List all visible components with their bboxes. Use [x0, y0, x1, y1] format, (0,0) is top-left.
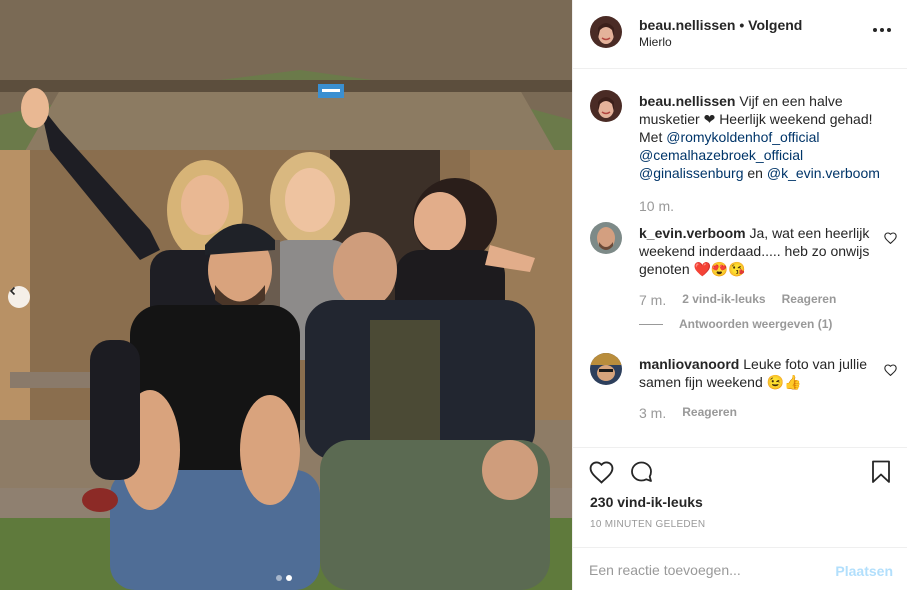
- view-replies-label: Antwoorden weergeven (1): [679, 317, 833, 331]
- more-horizontal-icon: [873, 28, 877, 32]
- reply-button[interactable]: Reageren: [782, 292, 837, 308]
- post-comment-button[interactable]: Plaatsen: [835, 563, 893, 579]
- likes-count[interactable]: 230 vind-ik-leuks: [590, 494, 703, 510]
- post-header: beau.nellissen • Volgend Mierlo: [573, 0, 907, 69]
- comment-icon[interactable]: [629, 460, 654, 484]
- carousel-dot-active: [286, 575, 292, 581]
- mention-link[interactable]: @cemalhazebroek_official: [639, 147, 803, 163]
- more-options-button[interactable]: [873, 28, 891, 32]
- comment-like-heart-icon[interactable]: [884, 364, 897, 376]
- post-location[interactable]: Mierlo: [639, 35, 672, 49]
- caption-text: beau.nellissen Vijf en een halve musketi…: [639, 93, 880, 181]
- caption-avatar[interactable]: [590, 90, 622, 122]
- comment-username[interactable]: manliovanoord: [639, 356, 739, 372]
- comment-meta: 7 m. 2 vind-ik-leuks Reageren: [639, 292, 836, 308]
- commenter-avatar[interactable]: [590, 353, 622, 385]
- comments-list: beau.nellissen Vijf en een halve musketi…: [573, 69, 907, 447]
- heart-icon[interactable]: [589, 460, 614, 484]
- mention-link[interactable]: @ginalissenburg: [639, 165, 744, 181]
- comment-text: manliovanoord Leuke foto van jullie same…: [639, 355, 889, 391]
- commenter-avatar[interactable]: [590, 222, 622, 254]
- comment-input[interactable]: [589, 558, 819, 582]
- author-username[interactable]: beau.nellissen: [639, 17, 735, 33]
- comment-like-heart-icon[interactable]: [884, 232, 897, 244]
- follow-status-button[interactable]: Volgend: [748, 17, 802, 33]
- comment-likes[interactable]: 2 vind-ik-leuks: [682, 292, 765, 308]
- post-timestamp[interactable]: 10 MINUTEN GELEDEN: [590, 519, 705, 530]
- add-comment-form: Plaatsen: [573, 547, 907, 590]
- reply-button[interactable]: Reageren: [682, 405, 737, 421]
- caption-username[interactable]: beau.nellissen: [639, 93, 735, 109]
- author-avatar[interactable]: [590, 16, 622, 48]
- post-sidebar: beau.nellissen • Volgend Mierlo beau.nel…: [572, 0, 907, 590]
- mention-link[interactable]: @k_evin.verboom: [767, 165, 880, 181]
- comment-username[interactable]: k_evin.verboom: [639, 225, 746, 241]
- chevron-left-icon: [9, 286, 16, 296]
- divider: [639, 323, 663, 325]
- post-actions: 230 vind-ik-leuks 10 MINUTEN GELEDEN: [573, 447, 907, 547]
- mention-link[interactable]: @romykoldenhof_official: [666, 129, 819, 145]
- comment-text: k_evin.verboom Ja, wat een heerlijk week…: [639, 224, 889, 278]
- separator: •: [735, 17, 749, 33]
- view-replies-button[interactable]: Antwoorden weergeven (1): [639, 317, 832, 331]
- post-photo[interactable]: [0, 0, 572, 590]
- comment-meta: 3 m. Reageren: [639, 405, 737, 421]
- timestamp[interactable]: 3 m.: [639, 405, 666, 421]
- author-line: beau.nellissen • Volgend: [639, 17, 802, 33]
- photo-illustration: [0, 0, 572, 590]
- timestamp[interactable]: 7 m.: [639, 292, 666, 308]
- timestamp[interactable]: 10 m.: [639, 198, 674, 214]
- caption-time: 10 m.: [639, 198, 674, 214]
- carousel-prev-button[interactable]: [8, 286, 30, 308]
- carousel-dot: [276, 575, 282, 581]
- bookmark-icon[interactable]: [871, 460, 891, 484]
- carousel-dots: [276, 575, 292, 581]
